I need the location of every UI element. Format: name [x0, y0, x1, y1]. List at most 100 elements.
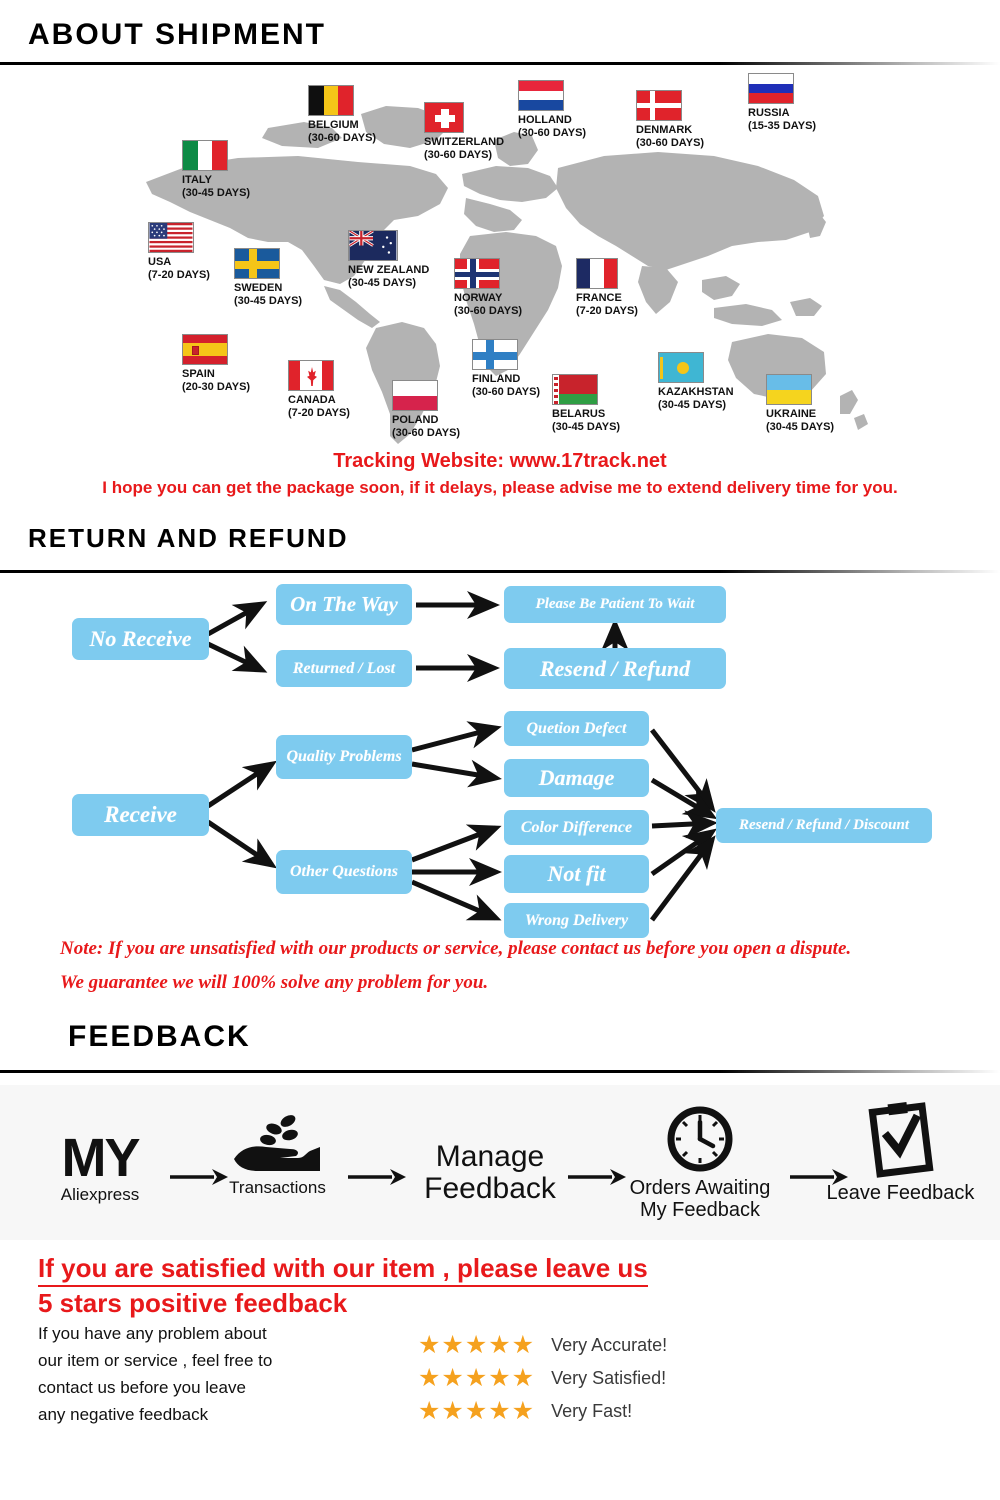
newzealand-label: NEW ZEALAND (30-45 DAYS) [348, 264, 430, 289]
manage-text-icon: Manage Feedback [424, 1140, 556, 1205]
feedback-step-orders-awaiting: Orders Awaiting My Feedback [615, 1103, 785, 1221]
italy-label: ITALY (30-45 DAYS) [182, 174, 251, 199]
map-country-norway: NORWAY (30-60 DAYS) [454, 258, 522, 318]
switzerland-flag-icon [424, 102, 464, 133]
norway-label: NORWAY (30-60 DAYS) [454, 292, 523, 317]
denmark-label: DENMARK (30-60 DAYS) [636, 124, 705, 149]
usa-label: USA (7-20 DAYS) [148, 256, 210, 281]
map-country-finland: FINLAND (30-60 DAYS) [472, 339, 540, 399]
flow-node-quality-problems: Quality Problems [276, 735, 412, 779]
map-country-belgium: BELGIUM (30-60 DAYS) [308, 85, 376, 145]
my-text-icon: MY [61, 1128, 141, 1188]
russia-flag-icon [748, 73, 794, 104]
sweden-flag-icon [234, 248, 280, 279]
return-section-title: RETURN AND REFUND [28, 523, 349, 553]
france-flag-icon [576, 258, 618, 289]
flow-node-quetion-defect: Quetion Defect [504, 711, 649, 746]
rating-row-satisfied: ★★★★★ Very Satisfied! [418, 1366, 666, 1391]
feedback-body-text: If you have any problem about our item o… [38, 1324, 273, 1424]
poland-flag-icon [392, 380, 438, 411]
star-rating-icon: ★★★★★ [418, 1397, 536, 1425]
map-country-italy: ITALY (30-45 DAYS) [182, 140, 250, 200]
flow-node-damage: Damage [504, 759, 649, 797]
feedback-headline-line1: If you are satisfied with our item , ple… [38, 1253, 648, 1287]
feedback-step-caption: Aliexpress [60, 1185, 140, 1205]
feedback-step-caption: Leave Feedback [826, 1182, 975, 1204]
rating-label: Very Fast! [551, 1401, 633, 1421]
rating-label: Very Satisfied! [551, 1368, 667, 1388]
delivery-hope-line: I hope you can get the package soon, if … [102, 478, 898, 497]
map-country-spain: SPAIN (20-30 DAYS) [182, 334, 250, 394]
switzerland-label: SWITZERLAND (30-60 DAYS) [424, 136, 505, 161]
kazakhstan-flag-icon [658, 352, 704, 383]
map-country-holland: HOLLAND (30-60 DAYS) [518, 80, 586, 140]
canada-flag-icon [288, 360, 334, 391]
rating-label: Very Accurate! [551, 1335, 668, 1355]
arrow-right-icon-2 [348, 1169, 406, 1185]
map-country-canada: CANADA (7-20 DAYS) [288, 360, 350, 420]
belgium-flag-icon [308, 85, 354, 116]
rating-row-accurate: ★★★★★ Very Accurate! [418, 1333, 667, 1358]
clipboard-check-icon [868, 1102, 933, 1178]
feedback-section-title: FEEDBACK [68, 1020, 251, 1053]
dispute-note-line1: Note: If you are unsatisfied with our pr… [60, 938, 852, 959]
denmark-flag-icon [636, 90, 682, 121]
belarus-label: BELARUS (30-45 DAYS) [552, 408, 621, 433]
flow-node-be-patient: Please Be Patient To Wait [504, 586, 726, 623]
map-country-france: FRANCE (7-20 DAYS) [576, 258, 638, 318]
map-country-belarus: BELARUS (30-45 DAYS) [552, 374, 620, 434]
feedback-steps-strip: MY Aliexpress Transactions Manage Feedba… [0, 1085, 1000, 1240]
map-country-ukraine: UKRAINE (30-45 DAYS) [766, 374, 834, 434]
feedback-step-manage-feedback: Manage Feedback [400, 1141, 580, 1204]
belarus-flag-icon [552, 374, 598, 405]
usa-flag-icon [148, 222, 194, 253]
flow-node-not-fit: Not fit [504, 855, 649, 893]
tracking-website-line: Tracking Website: www.17track.net [333, 450, 667, 472]
dispute-note-line2: We guarantee we will 100% solve any prob… [60, 972, 489, 993]
holland-flag-icon [518, 80, 564, 111]
map-country-newzealand: NEW ZEALAND (30-45 DAYS) [348, 230, 429, 290]
map-country-poland: POLAND (30-60 DAYS) [392, 380, 460, 440]
feedback-step-caption: Orders Awaiting My Feedback [629, 1177, 771, 1221]
finland-flag-icon [472, 339, 518, 370]
newzealand-flag-icon [348, 230, 398, 261]
feedback-title-rule [0, 1070, 1000, 1073]
feedback-step-leave-feedback: Leave Feedback [818, 1099, 983, 1204]
clock-icon [667, 1106, 733, 1172]
flow-node-color-difference: Color Difference [504, 810, 649, 845]
feedback-step-caption: Transactions [229, 1178, 326, 1197]
italy-flag-icon [182, 140, 228, 171]
star-rating-icon: ★★★★★ [418, 1331, 536, 1359]
hand-coins-icon [233, 1115, 320, 1171]
flow-node-other-questions: Other Questions [276, 850, 412, 894]
canada-label: CANADA (7-20 DAYS) [288, 394, 350, 419]
star-rating-icon: ★★★★★ [418, 1364, 536, 1392]
flow-node-receive: Receive [72, 794, 209, 836]
feedback-step-transactions: Transactions [200, 1113, 355, 1197]
feedback-step-my-aliexpress: MY Aliexpress [30, 1128, 170, 1205]
spain-label: SPAIN (20-30 DAYS) [182, 368, 251, 393]
map-country-sweden: SWEDEN (30-45 DAYS) [234, 248, 302, 308]
finland-label: FINLAND (30-60 DAYS) [472, 373, 541, 398]
shipment-section-title: ABOUT SHIPMENT [28, 18, 326, 51]
map-country-usa: USA (7-20 DAYS) [148, 222, 210, 282]
flow-node-no-receive: No Receive [72, 618, 209, 660]
sweden-label: SWEDEN (30-45 DAYS) [234, 282, 303, 307]
russia-label: RUSSIA (15-35 DAYS) [748, 107, 817, 132]
norway-flag-icon [454, 258, 500, 289]
spain-flag-icon [182, 334, 228, 365]
map-country-russia: RUSSIA (15-35 DAYS) [748, 73, 816, 133]
map-country-kazakhstan: KAZAKHSTAN (30-45 DAYS) [658, 352, 734, 412]
return-refund-flowchart: No Receive On The Way Returned / Lost Pl… [0, 560, 1000, 960]
belgium-label: BELGIUM (30-60 DAYS) [308, 119, 377, 144]
flow-node-on-the-way: On The Way [276, 584, 412, 625]
ukraine-label: UKRAINE (30-45 DAYS) [766, 408, 835, 433]
flow-node-returned-lost: Returned / Lost [276, 650, 412, 687]
holland-label: HOLLAND (30-60 DAYS) [518, 114, 587, 139]
flow-node-resend-refund-discount: Resend / Refund / Discount [716, 808, 932, 843]
feedback-headline-line2: 5 stars positive feedback [38, 1288, 348, 1318]
map-country-denmark: DENMARK (30-60 DAYS) [636, 90, 704, 150]
france-label: FRANCE (7-20 DAYS) [576, 292, 638, 317]
map-country-switzerland: SWITZERLAND (30-60 DAYS) [424, 102, 504, 162]
shipping-info-page: ABOUT SHIPMENT ITALY (30-45 DAYS) BELGIU… [0, 0, 1000, 1500]
